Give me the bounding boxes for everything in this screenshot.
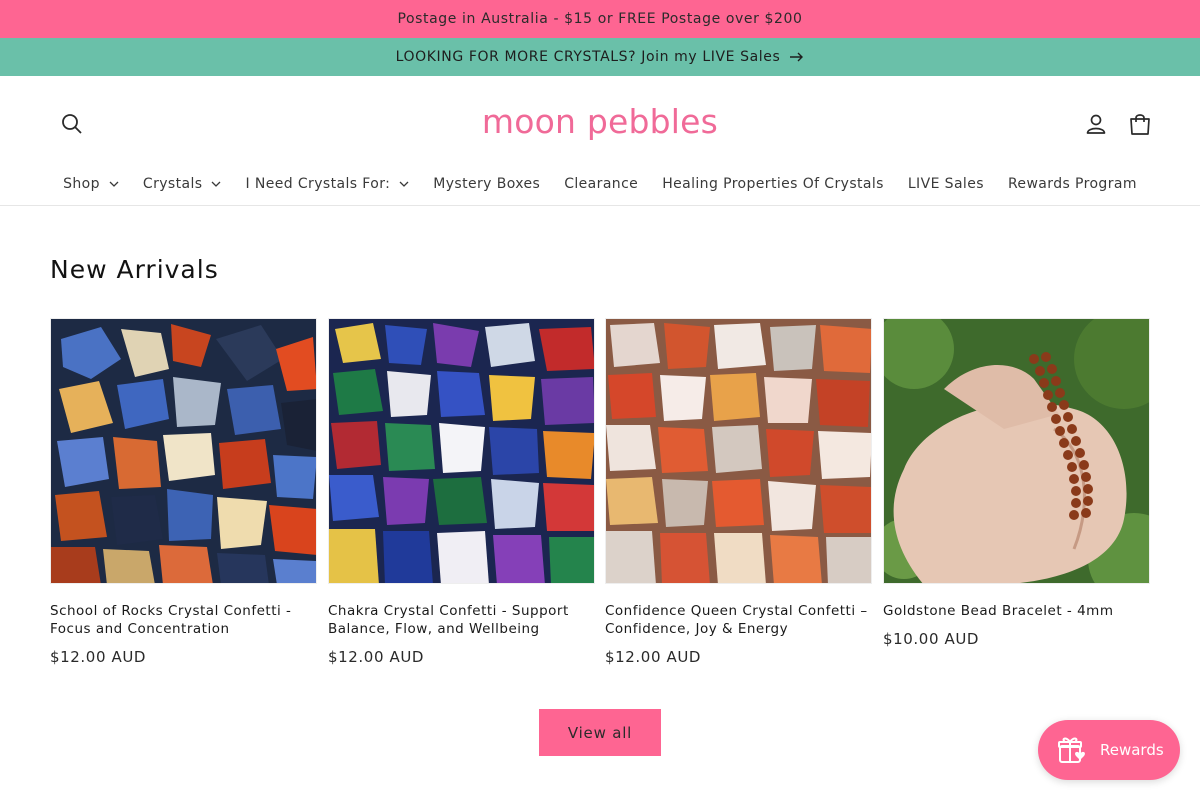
nav-item-crystals[interactable]: Crystals — [131, 170, 234, 198]
product-title[interactable]: Confidence Queen Crystal Confetti – Conf… — [605, 602, 872, 638]
product-card[interactable]: Chakra Crystal Confetti - Support Balanc… — [328, 318, 595, 666]
nav-item-clearance[interactable]: Clearance — [552, 170, 650, 198]
chevron-down-icon — [399, 181, 409, 187]
nav-item-label: Mystery Boxes — [433, 176, 541, 192]
announcement-postage-text: Postage in Australia - $15 or FREE Posta… — [397, 11, 803, 27]
account-icon[interactable] — [1082, 110, 1110, 138]
main-nav: Shop Crystals I Need Crystals For: Myste… — [0, 170, 1200, 198]
chevron-down-icon — [109, 181, 119, 187]
product-price: $12.00 AUD — [605, 648, 702, 666]
nav-item-mystery-boxes[interactable]: Mystery Boxes — [421, 170, 552, 198]
section-title-new-arrivals: New Arrivals — [50, 255, 219, 284]
site-logo[interactable]: moon pebbles — [0, 102, 1200, 141]
announcement-live-sales[interactable]: LOOKING FOR MORE CRYSTALS? Join my LIVE … — [0, 38, 1200, 76]
rewards-label: Rewards — [1100, 741, 1164, 759]
product-card[interactable]: Confidence Queen Crystal Confetti – Conf… — [605, 318, 872, 666]
nav-item-healing-properties[interactable]: Healing Properties Of Crystals — [650, 170, 896, 198]
view-all-button[interactable]: View all — [539, 709, 661, 756]
announcement-live-text[interactable]: LOOKING FOR MORE CRYSTALS? Join my LIVE … — [396, 49, 781, 65]
nav-item-label: Rewards Program — [1007, 176, 1137, 192]
product-card[interactable]: Goldstone Bead Bracelet - 4mm $10.00 AUD — [883, 318, 1150, 648]
product-image[interactable] — [605, 318, 872, 584]
nav-item-live-sales[interactable]: LIVE Sales — [896, 170, 996, 198]
rewards-launcher-button[interactable]: Rewards — [1038, 720, 1180, 780]
site-header: moon pebbles Shop Crystals I Need Crysta… — [0, 76, 1200, 206]
arrow-right-icon — [790, 52, 804, 62]
product-image[interactable] — [328, 318, 595, 584]
nav-item-label: LIVE Sales — [907, 176, 984, 192]
product-image[interactable] — [883, 318, 1150, 584]
nav-item-shop[interactable]: Shop — [51, 170, 131, 198]
product-title[interactable]: Chakra Crystal Confetti - Support Balanc… — [328, 602, 595, 638]
nav-item-label: Shop — [63, 176, 100, 192]
chevron-down-icon — [211, 181, 221, 187]
gift-heart-icon — [1058, 736, 1088, 764]
nav-item-i-need-crystals-for[interactable]: I Need Crystals For: — [233, 170, 421, 198]
product-price: $12.00 AUD — [328, 648, 425, 666]
nav-item-rewards-program[interactable]: Rewards Program — [996, 170, 1149, 198]
nav-item-label: Healing Properties Of Crystals — [662, 176, 884, 192]
product-image[interactable] — [50, 318, 317, 584]
nav-item-label: Clearance — [564, 176, 639, 192]
product-title[interactable]: Goldstone Bead Bracelet - 4mm — [883, 602, 1150, 620]
cart-icon[interactable] — [1126, 110, 1154, 138]
product-price: $10.00 AUD — [883, 630, 980, 648]
nav-item-label: Crystals — [142, 176, 203, 192]
nav-item-label: I Need Crystals For: — [245, 176, 391, 192]
product-price: $12.00 AUD — [50, 648, 147, 666]
product-title[interactable]: School of Rocks Crystal Confetti - Focus… — [50, 602, 317, 638]
product-card[interactable]: School of Rocks Crystal Confetti - Focus… — [50, 318, 317, 666]
announcement-postage: Postage in Australia - $15 or FREE Posta… — [0, 0, 1200, 38]
